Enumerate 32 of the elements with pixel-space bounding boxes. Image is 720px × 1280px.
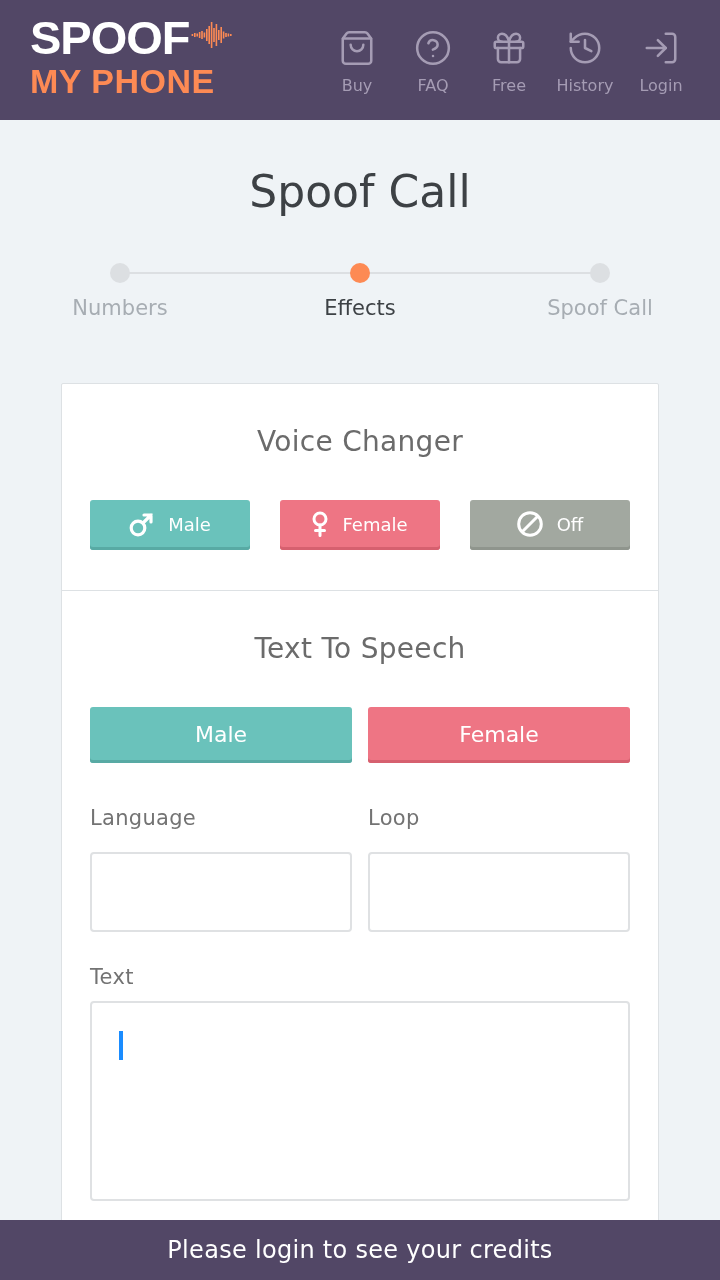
help-icon (414, 28, 452, 67)
section-title: Text To Speech (254, 631, 466, 667)
shopping-bag-icon (338, 28, 376, 67)
step-label: Spoof Call (547, 295, 653, 321)
field-label: Loop (368, 805, 420, 832)
field-label: Text (90, 964, 134, 991)
voice-button[interactable]: Female (280, 500, 440, 550)
nav-link[interactable]: FAQ (395, 24, 471, 96)
nav-link[interactable]: Login (623, 24, 699, 96)
ban-icon (516, 511, 543, 537)
voice-button[interactable]: Female (368, 707, 630, 763)
credits-message: Please login to see your credits (167, 1236, 553, 1264)
logo-text: SPOOF (30, 15, 190, 61)
voice-button[interactable]: Off (470, 500, 630, 550)
nav-link[interactable]: Buy (319, 24, 395, 96)
step-label: Effects (324, 295, 396, 321)
voice-button[interactable]: Male (90, 500, 250, 550)
step-label: Numbers (72, 295, 168, 321)
field-label: Language (90, 805, 197, 832)
nav-link[interactable]: Free (471, 24, 547, 96)
logo-text: MY PHONE (30, 61, 216, 101)
input-field[interactable] (368, 852, 630, 932)
page-title: Spoof Call (249, 165, 471, 219)
text-area[interactable] (90, 1001, 630, 1201)
input-field[interactable] (90, 852, 352, 932)
waveform-icon (190, 21, 233, 49)
section-title: Voice Changer (257, 424, 463, 460)
voice-button[interactable]: Male (90, 707, 352, 763)
text-cursor (119, 1031, 123, 1060)
female-symbol-icon (312, 511, 329, 537)
nav-link[interactable]: History (547, 24, 623, 96)
male-symbol-icon (129, 511, 155, 537)
